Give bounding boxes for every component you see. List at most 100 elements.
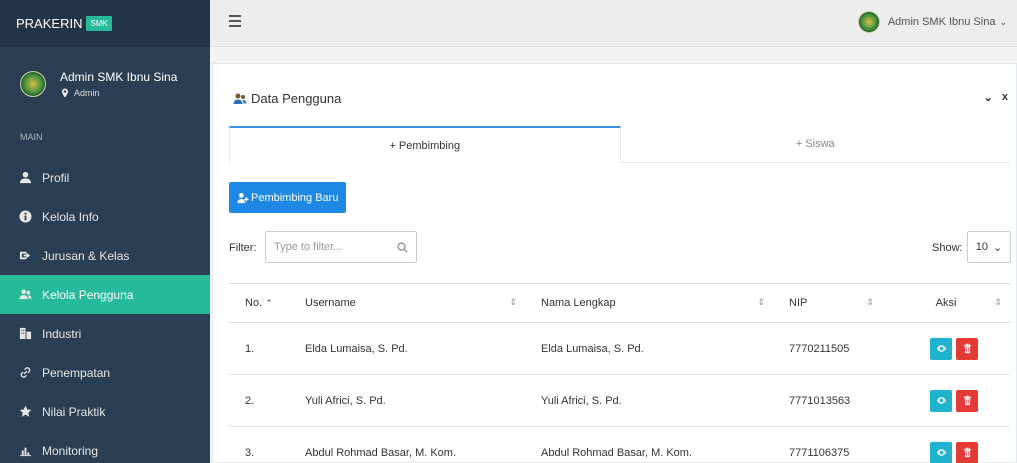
- sidebar-item-label: Kelola Pengguna: [42, 287, 134, 302]
- users-table: No. ⌃ Username ⇕ Nama Lengkap ⇕ NIP ⇕ Aksi ⇕…: [229, 283, 1010, 463]
- cell-username: Elda Lumaisa, S. Pd.: [305, 342, 408, 355]
- search-icon: [397, 241, 408, 253]
- eye-icon: [936, 345, 946, 352]
- add-pembimbing-button[interactable]: Pembimbing Baru: [229, 182, 347, 213]
- col-no[interactable]: No. ⌃: [229, 284, 289, 323]
- cell-no: 2.: [245, 394, 255, 407]
- data-pengguna-panel: Data Pengguna ⌄ x + Pembimbing + Siswa P…: [212, 63, 1017, 463]
- user-menu-name: Admin SMK Ibnu Sina: [887, 16, 996, 28]
- brand-name: PRAKERIN: [16, 16, 83, 31]
- cell-nama: Yuli Africi, S. Pd.: [541, 394, 622, 407]
- sidebar-item-penempatan[interactable]: Penempatan: [0, 353, 210, 392]
- user-avatar: [857, 11, 880, 33]
- trash-icon: [963, 343, 971, 354]
- cell-no: 1.: [245, 342, 255, 355]
- panel-title: Data Pengguna: [233, 91, 341, 106]
- cell-nama: Abdul Rohmad Basar, M. Kom.: [541, 446, 693, 459]
- close-icon[interactable]: x: [1002, 91, 1008, 104]
- delete-button[interactable]: [956, 389, 978, 412]
- tab-pembimbing[interactable]: + Pembimbing: [229, 126, 621, 163]
- col-nama-lengkap[interactable]: Nama Lengkap ⇕: [525, 284, 773, 323]
- star-icon: [19, 405, 31, 417]
- school-logo: [20, 70, 46, 97]
- brand-badge: SMK: [86, 16, 112, 31]
- panel-tools: ⌄ x: [984, 91, 1008, 104]
- table-row: 1. Elda Lumaisa, S. Pd. Elda Lumaisa, S.…: [229, 323, 1010, 375]
- sidebar-item-label: Nilai Praktik: [42, 404, 106, 419]
- page-size-value: 10: [975, 241, 989, 253]
- sign-in-icon: [19, 251, 30, 260]
- sort-icon: ⇕: [994, 297, 1002, 307]
- tab-siswa[interactable]: + Siswa: [620, 126, 1010, 163]
- sidebar-item-kelola-pengguna[interactable]: Kelola Pengguna: [0, 275, 210, 314]
- add-pembimbing-label: Pembimbing Baru: [251, 191, 339, 204]
- panel-title-text: Data Pengguna: [251, 91, 342, 106]
- sidebar-section-label: MAIN: [20, 132, 43, 142]
- view-button[interactable]: [930, 441, 952, 463]
- cell-username: Abdul Rohmad Basar, M. Kom.: [305, 446, 457, 459]
- chart-icon: [19, 447, 31, 457]
- sidebar-item-label: Penempatan: [42, 365, 111, 380]
- user-icon: [19, 171, 31, 184]
- sidebar-item-label: Monitoring: [42, 443, 99, 458]
- filter-label: Filter:: [229, 242, 257, 254]
- sidebar-profile: Admin SMK Ibnu Sina Admin: [0, 47, 210, 120]
- delete-button[interactable]: [956, 337, 978, 360]
- filter-input[interactable]: Type to filter...: [265, 231, 417, 263]
- sidebar: PRAKERIN SMK Admin SMK Ibnu Sina Admin M…: [0, 0, 210, 463]
- chevron-down-icon: ⌄: [999, 16, 1007, 27]
- info-icon: [18, 210, 32, 223]
- chevron-down-icon: ⌄: [993, 241, 1003, 254]
- users-icon: [233, 93, 247, 104]
- eye-icon: [936, 397, 946, 404]
- user-menu[interactable]: Admin SMK Ibnu Sina ⌄: [857, 11, 1007, 33]
- sidebar-item-industri[interactable]: Industri: [0, 314, 210, 353]
- cell-nama: Elda Lumaisa, S. Pd.: [541, 342, 644, 355]
- sidebar-item-kelola-info[interactable]: Kelola Info: [0, 197, 210, 236]
- sidebar-item-monitoring[interactable]: Monitoring: [0, 431, 210, 463]
- sort-icon: ⇕: [757, 297, 765, 307]
- link-icon: [20, 367, 30, 378]
- sidebar-item-label: Industri: [42, 326, 82, 341]
- col-aksi[interactable]: Aksi ⇕: [882, 284, 1010, 323]
- sidebar-item-label: Jurusan & Kelas: [42, 248, 130, 263]
- profile-name: Admin SMK Ibnu Sina: [60, 69, 178, 84]
- eye-icon: [936, 449, 946, 456]
- collapse-icon[interactable]: ⌄: [984, 91, 993, 104]
- tabs: + Pembimbing + Siswa: [229, 126, 1010, 163]
- cell-no: 3.: [245, 446, 255, 459]
- page-size-select[interactable]: 10 ⌄: [967, 231, 1011, 263]
- sidebar-item-profil[interactable]: Profil: [0, 158, 210, 197]
- table-header-row: No. ⌃ Username ⇕ Nama Lengkap ⇕ NIP ⇕ Aksi ⇕: [229, 283, 1010, 323]
- sort-icon: ⇕: [866, 297, 874, 307]
- cell-nip: 7771013563: [789, 394, 851, 407]
- show-label: Show:: [932, 242, 963, 254]
- col-nip[interactable]: NIP ⇕: [773, 284, 882, 323]
- cell-nip: 7770211505: [789, 342, 850, 355]
- map-marker-icon: [62, 88, 68, 97]
- sidebar-item-label: Kelola Info: [42, 209, 99, 224]
- users-icon: [18, 289, 32, 300]
- table-row: 2. Yuli Africi, S. Pd. Yuli Africi, S. P…: [229, 375, 1010, 427]
- menu-toggle-icon[interactable]: [229, 15, 241, 29]
- filter-placeholder: Type to filter...: [274, 241, 343, 253]
- user-plus-icon: [237, 192, 249, 203]
- view-button[interactable]: [930, 389, 952, 412]
- topbar: Admin SMK Ibnu Sina ⌄: [210, 0, 1017, 47]
- trash-icon: [963, 395, 971, 406]
- view-button[interactable]: [930, 337, 952, 360]
- cell-username: Yuli Africi, S. Pd.: [305, 394, 386, 407]
- sort-icon: ⇕: [509, 297, 517, 307]
- profile-role-label: Admin: [74, 87, 100, 98]
- cell-nip: 7771106375: [789, 446, 850, 459]
- profile-role: Admin: [60, 88, 177, 98]
- building-icon: [19, 327, 31, 340]
- trash-icon: [963, 447, 971, 458]
- sidebar-item-label: Profil: [42, 170, 70, 185]
- delete-button[interactable]: [956, 441, 978, 463]
- brand[interactable]: PRAKERIN SMK: [0, 0, 210, 47]
- col-username[interactable]: Username ⇕: [289, 284, 525, 323]
- table-row: 3. Abdul Rohmad Basar, M. Kom. Abdul Roh…: [229, 427, 1010, 463]
- sidebar-item-nilai-praktik[interactable]: Nilai Praktik: [0, 392, 210, 431]
- sidebar-item-jurusan-kelas[interactable]: Jurusan & Kelas: [0, 236, 210, 275]
